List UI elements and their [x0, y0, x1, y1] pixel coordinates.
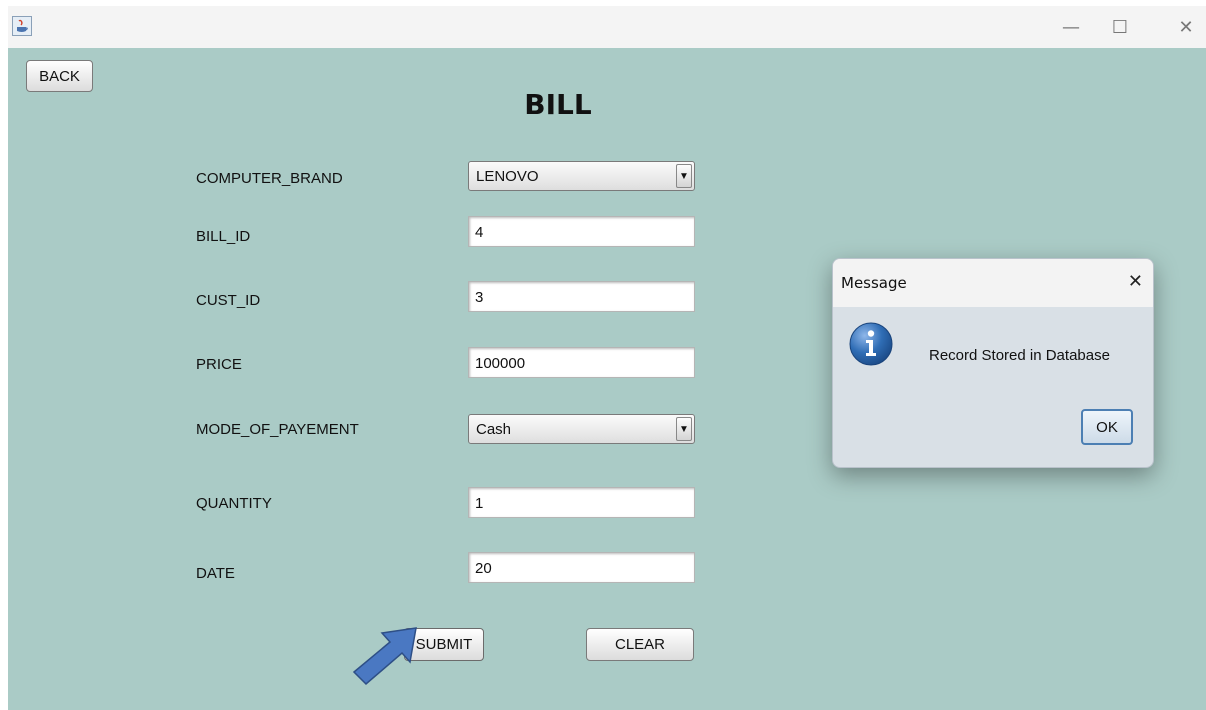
- bill-id-field[interactable]: 4: [468, 216, 695, 247]
- mode-of-payment-select[interactable]: Cash ▼: [468, 414, 695, 444]
- cust-id-label: CUST_ID: [196, 292, 261, 309]
- dialog-title: Message: [841, 274, 907, 292]
- quantity-field[interactable]: 1: [468, 487, 695, 518]
- cust-id-field[interactable]: 3: [468, 281, 695, 312]
- date-field[interactable]: 20: [468, 552, 695, 583]
- arrow-pointer-icon: [352, 627, 417, 686]
- dialog-close-button[interactable]: ✕: [1128, 271, 1143, 292]
- dialog-message: Record Stored in Database: [929, 347, 1110, 364]
- close-window-button[interactable]: ✕: [1171, 14, 1201, 40]
- dialog-title-bar: Message ✕: [833, 259, 1153, 307]
- info-icon: [849, 322, 893, 366]
- date-label: DATE: [196, 565, 235, 582]
- page-title: BILL: [524, 88, 592, 121]
- quantity-label: QUANTITY: [196, 495, 272, 512]
- minimize-button[interactable]: —: [1056, 14, 1086, 40]
- computer-brand-value: LENOVO: [476, 168, 539, 185]
- chevron-down-icon[interactable]: ▼: [676, 164, 692, 188]
- message-dialog: Message ✕ Record Stored in Database OK: [832, 258, 1154, 468]
- price-label: PRICE: [196, 356, 242, 373]
- window-title-bar: — ☐ ✕: [8, 6, 1206, 48]
- chevron-down-icon[interactable]: ▼: [676, 417, 692, 441]
- back-button[interactable]: BACK: [26, 60, 93, 92]
- java-icon[interactable]: [12, 16, 32, 36]
- computer-brand-label: COMPUTER_BRAND: [196, 170, 343, 187]
- maximize-button[interactable]: ☐: [1105, 14, 1135, 40]
- bill-id-label: BILL_ID: [196, 228, 251, 245]
- computer-brand-select[interactable]: LENOVO ▼: [468, 161, 695, 191]
- clear-button[interactable]: CLEAR: [586, 628, 694, 661]
- mode-of-payment-label: MODE_OF_PAYEMENT: [196, 421, 359, 438]
- price-field[interactable]: 100000: [468, 347, 695, 378]
- ok-button[interactable]: OK: [1081, 409, 1133, 445]
- mode-of-payment-value: Cash: [476, 421, 512, 438]
